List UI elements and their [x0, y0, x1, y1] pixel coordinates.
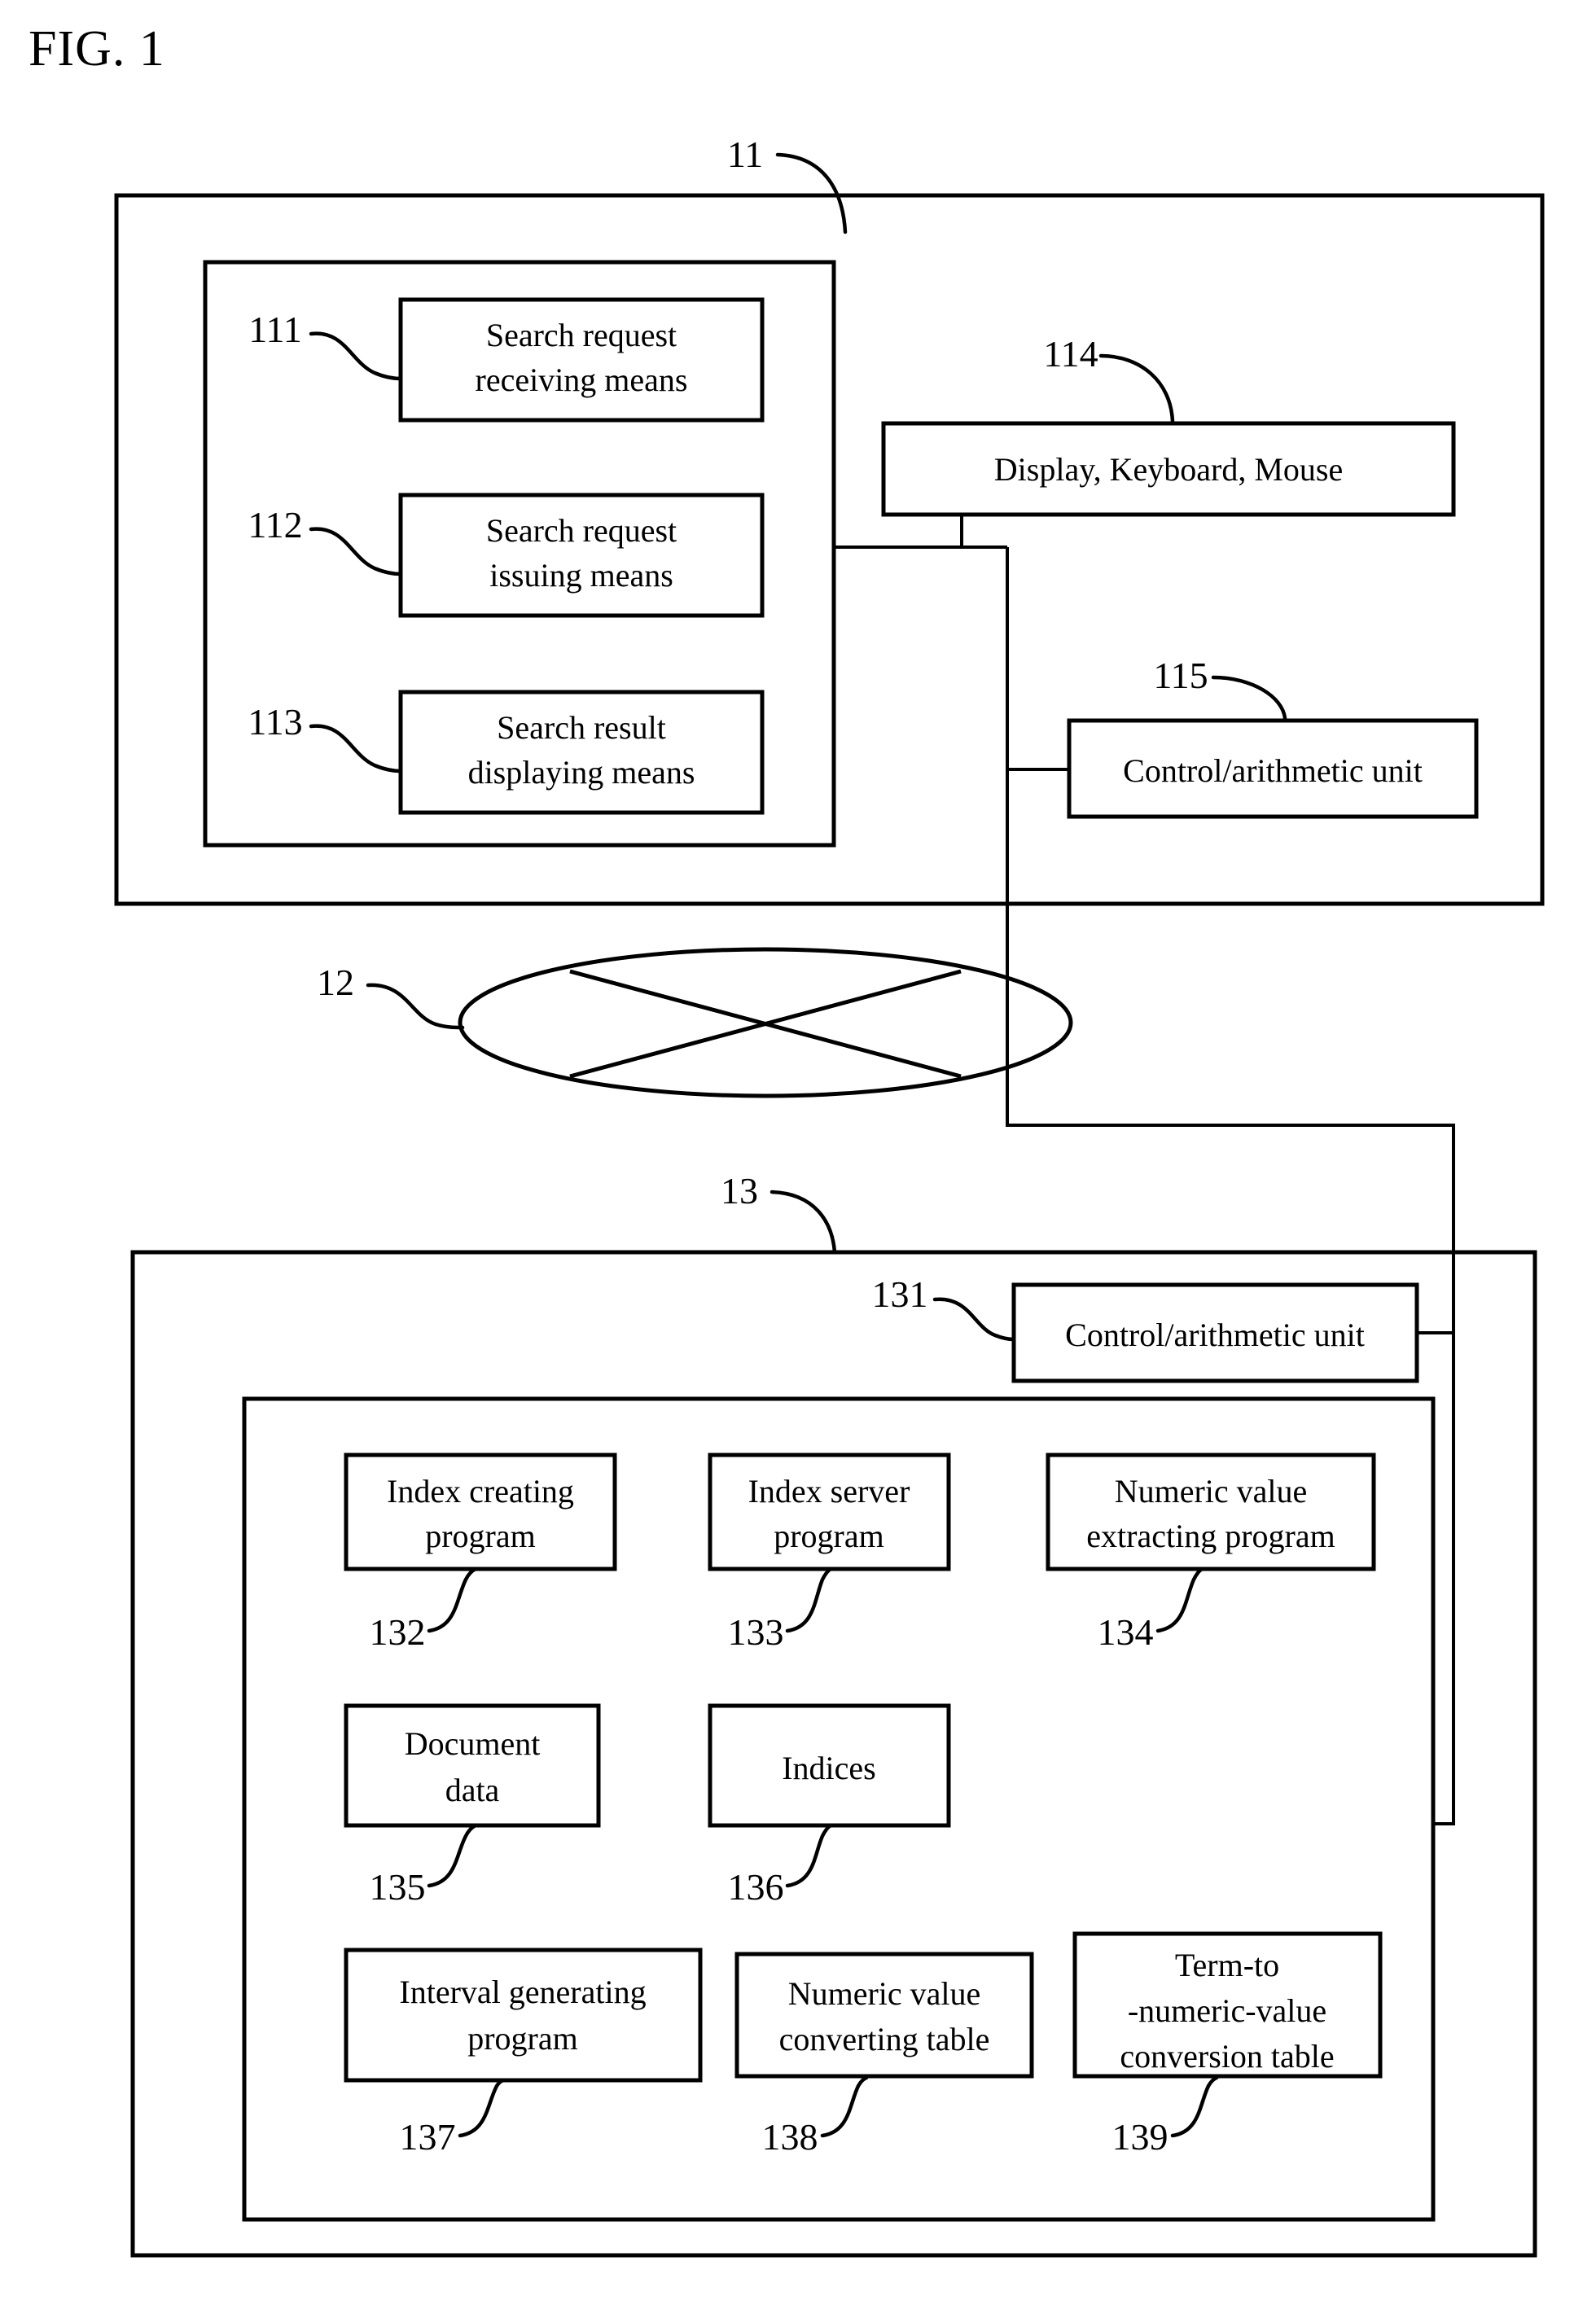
document-data-label-2: data: [445, 1772, 500, 1808]
ref-number-133: 133: [728, 1611, 784, 1653]
term-to-numeric-value-conversion-table-label-1: Term-to: [1175, 1947, 1279, 1983]
search-request-issuing-means-label-2: issuing means: [489, 557, 673, 594]
search-request-receiving-means-label-2: receiving means: [476, 362, 688, 398]
ref-number-138: 138: [762, 2116, 818, 2158]
ref-leader-111: [309, 331, 403, 381]
ref-number-136: 136: [728, 1866, 784, 1908]
numeric-value-converting-table-label-2: converting table: [779, 2021, 990, 2057]
ref-leader-112: [309, 527, 403, 576]
numeric-value-extracting-program-label-2: extracting program: [1086, 1518, 1335, 1554]
ref-leader-135: [427, 1823, 478, 1888]
ref-number-111: 111: [248, 309, 302, 350]
interval-generating-program-box[interactable]: [344, 1948, 703, 2083]
numeric-value-converting-table-label-1: Numeric value: [788, 1975, 981, 2012]
ref-leader-134: [1155, 1567, 1204, 1633]
search-request-receiving-means-label-1: Search request: [486, 317, 677, 353]
ref-number-115: 115: [1153, 655, 1208, 696]
indices-label: Indices: [782, 1750, 876, 1786]
ref-number-113: 113: [248, 701, 302, 743]
index-creating-program-label-1: Index creating: [387, 1473, 574, 1510]
numeric-value-converting-table-box[interactable]: [734, 1952, 1034, 2079]
ref-leader-115: [1211, 675, 1287, 721]
ref-number-134: 134: [1098, 1611, 1154, 1653]
client-ref-number: 11: [727, 134, 763, 175]
index-server-program-label-2: program: [774, 1518, 884, 1554]
ref-number-132: 132: [370, 1611, 426, 1653]
search-result-displaying-means-label-2: displaying means: [468, 754, 695, 791]
patent-figure-diagram: FIG. 1 11 Search request receiving means…: [28, 21, 1545, 2258]
server-ref-leader: [770, 1190, 837, 1255]
ref-leader-132: [427, 1567, 478, 1633]
interval-generating-program-label-2: program: [467, 2020, 578, 2057]
ref-leader-114: [1098, 353, 1175, 424]
server-control-arithmetic-unit-label: Control/arithmetic unit: [1065, 1317, 1365, 1353]
search-request-issuing-means-label-1: Search request: [486, 512, 677, 549]
ref-number-114: 114: [1043, 333, 1098, 375]
network-ref-number: 12: [317, 962, 354, 1003]
server-ref-number: 13: [721, 1170, 758, 1212]
ref-number-112: 112: [248, 504, 302, 546]
ref-number-135: 135: [370, 1866, 426, 1908]
display-keyboard-mouse-label: Display, Keyboard, Mouse: [994, 451, 1343, 488]
ref-number-137: 137: [400, 2116, 456, 2158]
interval-generating-program-label-1: Interval generating: [399, 1974, 646, 2010]
search-result-displaying-means-label-1: Search result: [497, 709, 666, 746]
term-to-numeric-value-conversion-table-label-2: -numeric-value: [1128, 1992, 1326, 2029]
ref-leader-131: [932, 1297, 1016, 1342]
ref-number-139: 139: [1112, 2116, 1168, 2158]
ref-leader-113: [309, 724, 403, 773]
network-ref-leader: [366, 983, 465, 1030]
ref-leader-137: [458, 2078, 507, 2138]
index-creating-program-label-2: program: [425, 1518, 536, 1554]
numeric-value-extracting-program-label-1: Numeric value: [1115, 1473, 1308, 1510]
index-server-program-label-1: Index server: [748, 1473, 910, 1510]
ref-leader-133: [785, 1567, 833, 1633]
ref-number-131: 131: [872, 1273, 928, 1315]
ref-leader-139: [1170, 2075, 1219, 2138]
term-to-numeric-value-conversion-table-label-3: conversion table: [1120, 2038, 1334, 2075]
client-control-arithmetic-unit-label: Control/arithmetic unit: [1123, 752, 1423, 789]
ref-leader-136: [785, 1823, 833, 1888]
document-data-label-1: Document: [405, 1725, 541, 1762]
figure-title: FIG. 1: [28, 21, 165, 77]
ref-leader-138: [820, 2075, 869, 2138]
figure-root: FIG. 1 11 Search request receiving means…: [0, 0, 1596, 2318]
